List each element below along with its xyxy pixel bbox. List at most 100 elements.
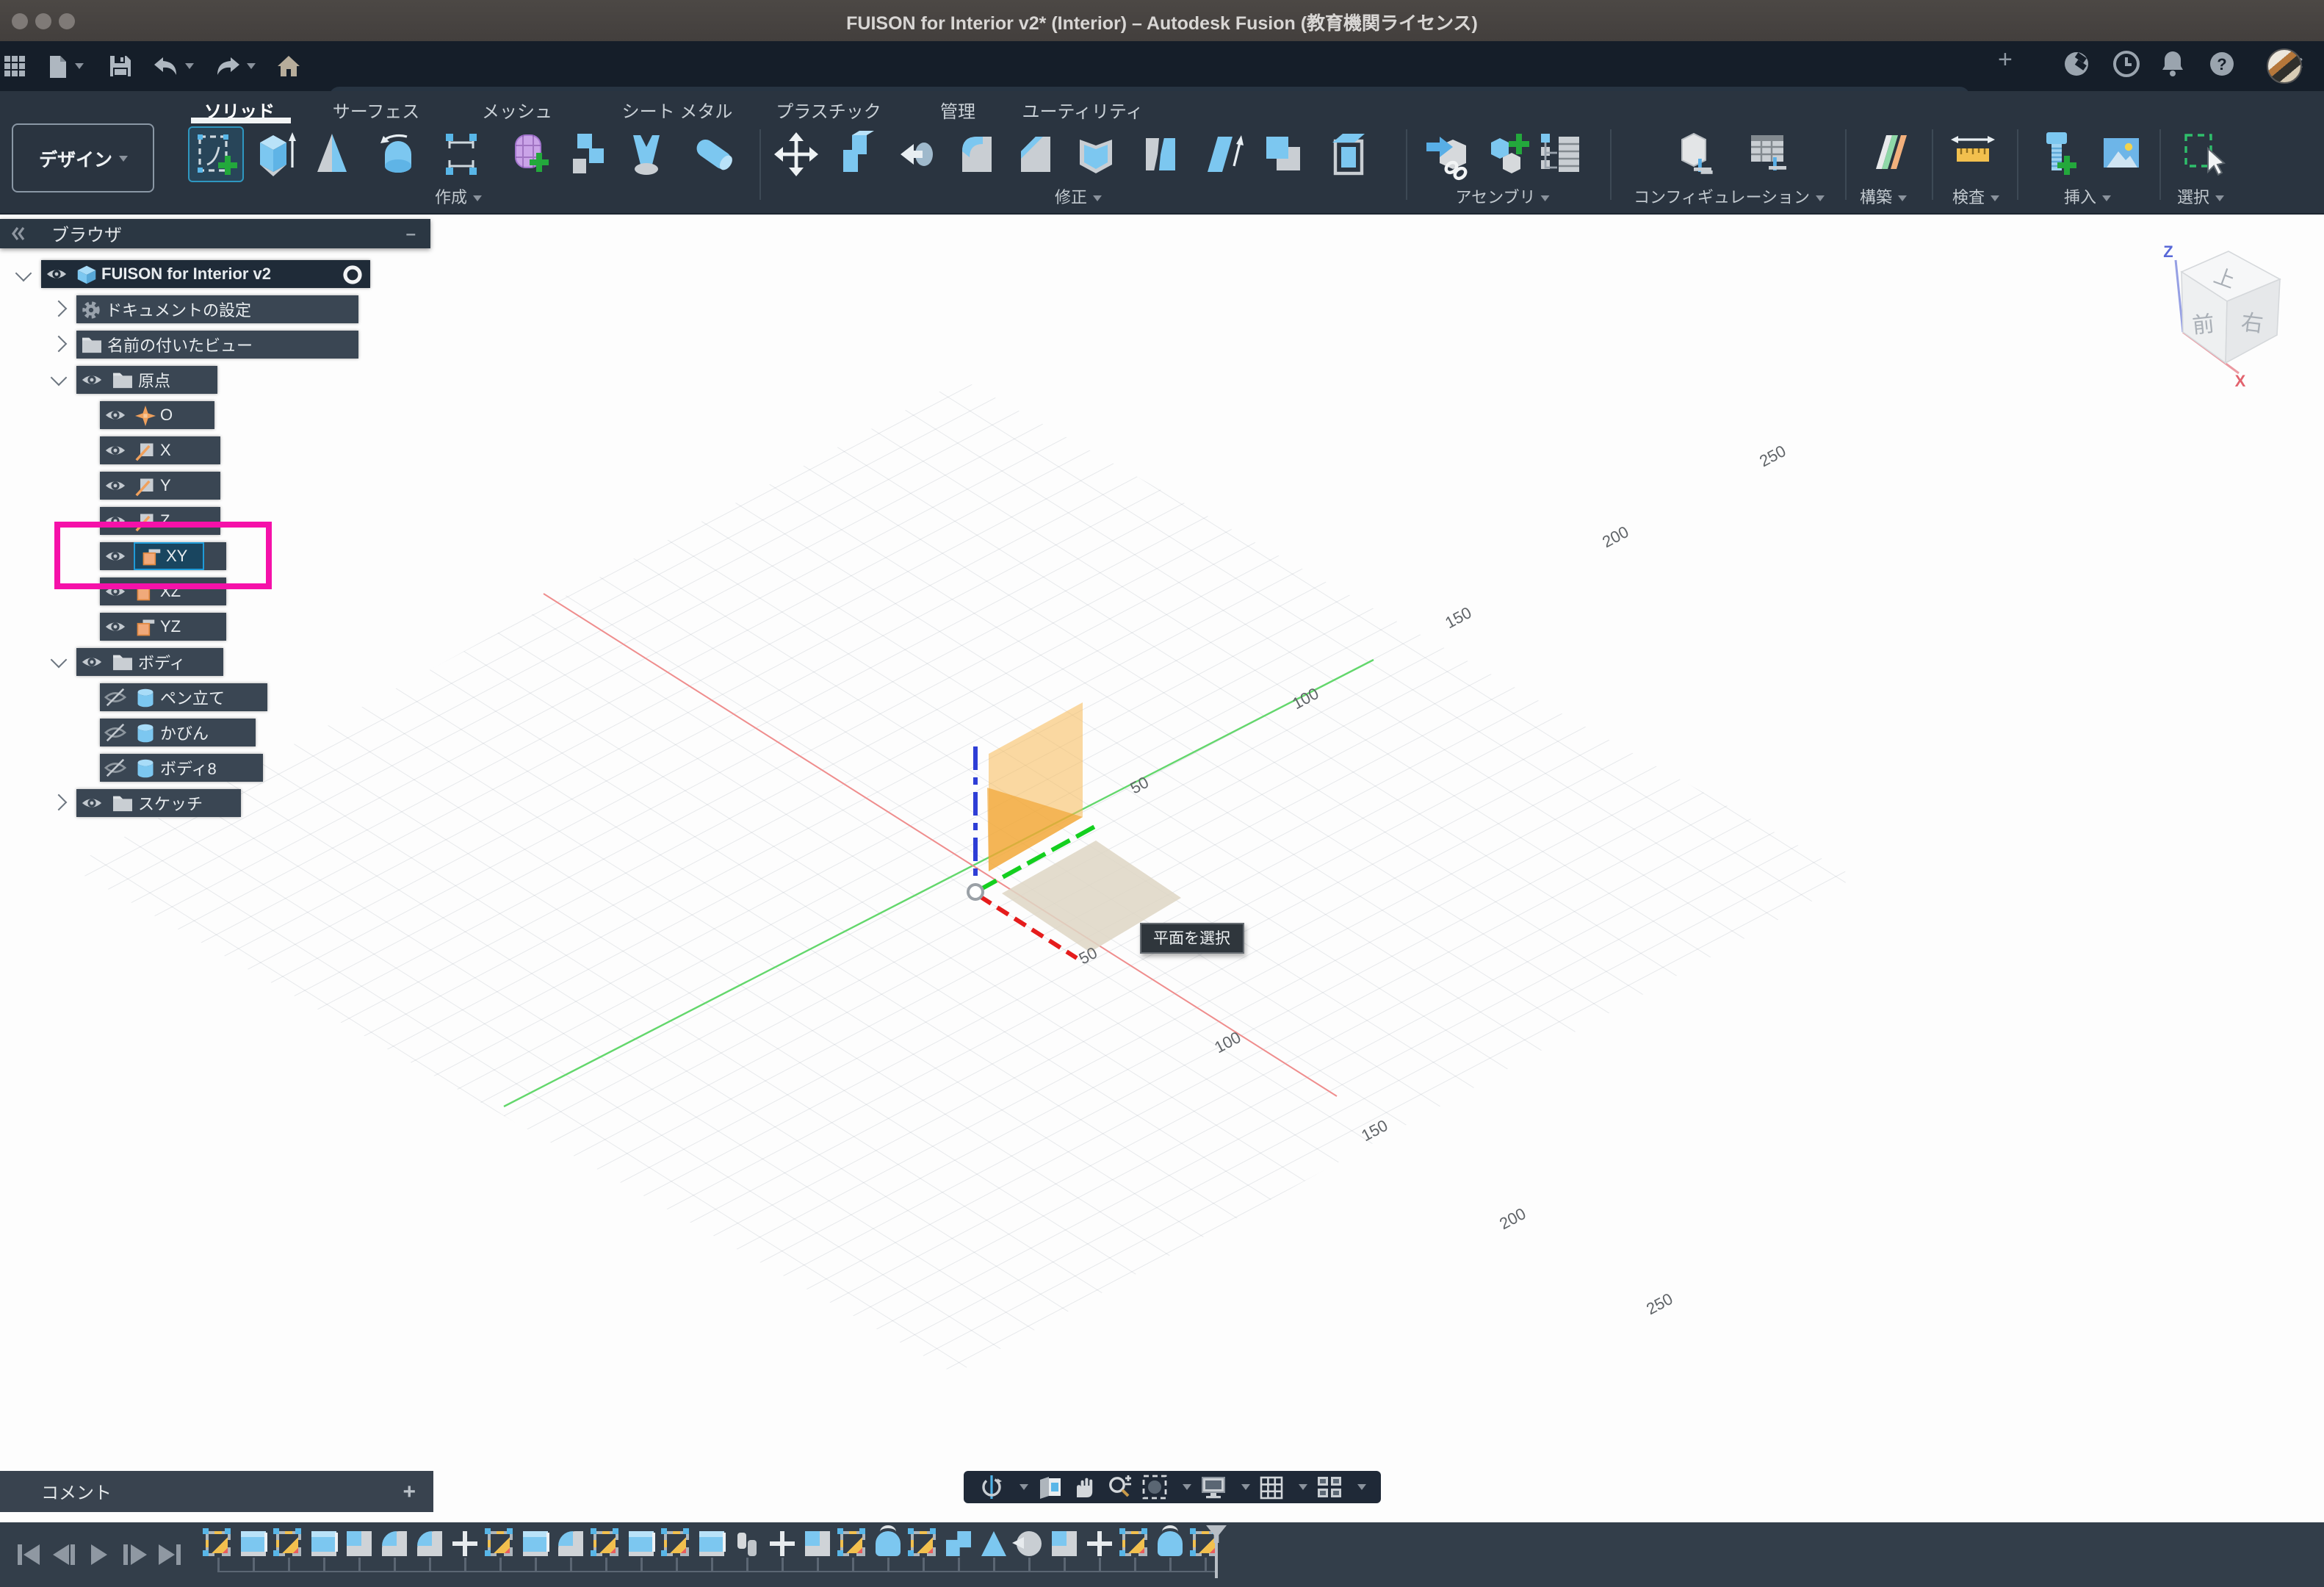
viewports-icon[interactable]	[1316, 1475, 1343, 1500]
timeline-revolve-icon[interactable]	[876, 1531, 901, 1556]
zoom-icon[interactable]	[1106, 1474, 1133, 1500]
timeline-sketch-icon[interactable]	[488, 1531, 513, 1556]
timeline-combine-icon[interactable]	[347, 1531, 372, 1556]
timeline-sketch-icon[interactable]	[276, 1531, 301, 1556]
browser-title: ブラウザ	[51, 221, 122, 246]
eye-icon[interactable]	[46, 263, 68, 285]
viewcube-right-label[interactable]: 右	[2240, 310, 2265, 337]
eye-icon[interactable]	[104, 404, 126, 426]
tree-row-y-axis[interactable]: Y	[100, 472, 220, 500]
grid-dropdown-icon[interactable]	[1299, 1484, 1307, 1490]
timeline-step-back-button[interactable]	[50, 1543, 78, 1566]
tree-row-label[interactable]: YZ	[160, 618, 181, 636]
timeline-step-forward-button[interactable]	[120, 1543, 148, 1566]
tree-row-body-vase[interactable]: かびん	[100, 719, 256, 746]
tree-row-label[interactable]: 名前の付いたビュー	[107, 333, 253, 356]
add-comment-icon[interactable]: +	[403, 1479, 416, 1504]
tree-row-label[interactable]: FUISON for Interior v2	[101, 265, 271, 283]
timeline-press-pull-icon[interactable]	[1017, 1531, 1042, 1556]
timeline-fillet-icon[interactable]	[417, 1531, 442, 1556]
timeline-sketch-icon[interactable]	[840, 1531, 865, 1556]
timeline-sweep-icon[interactable]	[946, 1531, 971, 1556]
collapse-panel-icon[interactable]	[9, 225, 26, 242]
eye-icon[interactable]	[104, 439, 126, 461]
timeline-extrude-icon[interactable]	[629, 1531, 654, 1556]
orbit-dropdown-icon[interactable]	[1020, 1484, 1028, 1490]
timeline-fillet-icon[interactable]	[382, 1531, 407, 1556]
eye-icon[interactable]	[104, 475, 126, 497]
viewports-dropdown-icon[interactable]	[1357, 1484, 1366, 1490]
axis-icon	[135, 440, 156, 461]
tree-row-label[interactable]: ボディ8	[160, 756, 217, 780]
timeline-extrude-icon[interactable]	[523, 1531, 548, 1556]
comments-bar[interactable]: コメント +	[0, 1471, 433, 1512]
tree-row-yz-plane[interactable]: YZ	[100, 613, 226, 641]
origin-point-icon	[135, 405, 156, 425]
timeline-sketch-icon[interactable]	[593, 1531, 618, 1556]
tree-row-label[interactable]: Y	[160, 477, 171, 494]
minimize-panel-icon[interactable]: –	[406, 223, 416, 244]
tree-row-label[interactable]: X	[160, 442, 171, 459]
fit-icon[interactable]	[1141, 1474, 1168, 1500]
display-settings-icon[interactable]	[1200, 1475, 1227, 1499]
timeline-go-to-end-button[interactable]	[156, 1543, 184, 1566]
display-dropdown-icon[interactable]	[1241, 1484, 1250, 1490]
activate-component-radio[interactable]	[342, 264, 363, 284]
eye-icon[interactable]	[104, 616, 126, 638]
tree-row-label[interactable]: ペン立て	[160, 685, 225, 709]
eye-off-icon[interactable]	[104, 721, 126, 744]
timeline-move-icon[interactable]	[770, 1531, 795, 1556]
origin-point[interactable]	[968, 885, 983, 899]
timeline-play-button[interactable]	[85, 1543, 113, 1566]
timeline-extrude-icon[interactable]	[241, 1531, 266, 1556]
tree-row-document-settings[interactable]: ドキュメントの設定	[76, 295, 358, 323]
selection-tooltip: 平面を選択	[1140, 923, 1244, 954]
timeline-go-to-start-button[interactable]	[15, 1543, 43, 1566]
timeline-pattern-icon[interactable]	[735, 1531, 759, 1556]
eye-icon[interactable]	[81, 651, 103, 673]
timeline-revolve-icon[interactable]	[1158, 1531, 1183, 1556]
timeline-sketch-icon[interactable]	[664, 1531, 689, 1556]
grid-icon[interactable]	[1259, 1475, 1284, 1500]
timeline-extrude-icon[interactable]	[699, 1531, 724, 1556]
timeline-move-icon[interactable]	[452, 1531, 477, 1556]
tree-row-named-views[interactable]: 名前の付いたビュー	[76, 331, 358, 359]
look-at-icon[interactable]	[1037, 1475, 1064, 1499]
tree-row-label[interactable]: 原点	[138, 368, 170, 392]
view-cube[interactable]: 上 前 右 Z X	[2163, 242, 2280, 390]
tree-row-origin-point[interactable]: O	[100, 401, 214, 429]
timeline-combine-icon[interactable]	[805, 1531, 830, 1556]
tree-row-bodies[interactable]: ボディ	[76, 648, 223, 676]
orbit-icon[interactable]	[978, 1474, 1005, 1500]
tree-row-label[interactable]: O	[160, 406, 173, 424]
tree-row-root[interactable]: FUISON for Interior v2	[41, 260, 370, 288]
eye-icon[interactable]	[81, 792, 103, 814]
tree-row-label[interactable]: ドキュメントの設定	[106, 298, 251, 321]
timeline-sketch-icon[interactable]	[911, 1531, 936, 1556]
tree-row-body8[interactable]: ボディ8	[100, 754, 263, 782]
eye-icon[interactable]	[81, 369, 103, 391]
timeline-loft-icon[interactable]	[981, 1531, 1006, 1556]
eye-off-icon[interactable]	[104, 686, 126, 708]
component-icon	[76, 264, 97, 284]
tree-row-label[interactable]: ボディ	[138, 650, 185, 674]
fit-dropdown-icon[interactable]	[1183, 1484, 1191, 1490]
gear-icon	[81, 299, 101, 320]
timeline-combine-icon[interactable]	[1052, 1531, 1077, 1556]
tree-row-origin[interactable]: 原点	[76, 366, 217, 394]
eye-off-icon[interactable]	[104, 757, 126, 779]
tree-row-body-penstand[interactable]: ペン立て	[100, 683, 267, 711]
timeline-move-icon[interactable]	[1087, 1531, 1112, 1556]
timeline-sketch-icon[interactable]	[1122, 1531, 1147, 1556]
timeline-sketch-icon[interactable]	[206, 1531, 231, 1556]
pan-icon[interactable]	[1072, 1475, 1097, 1500]
tree-row-x-axis[interactable]: X	[100, 436, 220, 464]
timeline-fillet-icon[interactable]	[558, 1531, 583, 1556]
viewcube-front-label[interactable]: 前	[2191, 312, 2215, 339]
timeline-features[interactable]	[206, 1531, 1218, 1556]
browser-header[interactable]: ブラウザ –	[0, 219, 430, 248]
tree-row-label[interactable]: かびん	[160, 721, 209, 744]
tree-row-sketches[interactable]: スケッチ	[76, 789, 241, 817]
timeline-extrude-icon[interactable]	[311, 1531, 336, 1556]
tree-row-label[interactable]: スケッチ	[138, 791, 203, 815]
